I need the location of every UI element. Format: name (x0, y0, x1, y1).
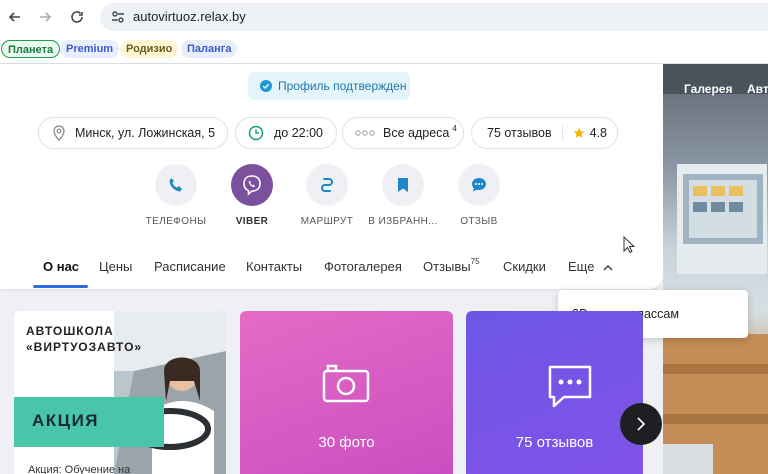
tab-schedule[interactable]: Расписание (154, 259, 226, 274)
promo-caption: Акция: Обучение на (28, 464, 131, 474)
promo-strip: АКЦИЯ (14, 397, 164, 447)
chevron-right-icon (637, 417, 646, 431)
chat-icon[interactable] (458, 164, 500, 206)
site-settings-icon[interactable] (110, 9, 126, 25)
hours-chip[interactable]: до 22:00 (235, 117, 337, 149)
promo-tile[interactable]: АВТОШКОЛА «ВИРТУОЗАВТО» АКЦИЯ Акция: Обу… (14, 311, 226, 474)
gallery-photo[interactable]: Галерея Авт (663, 64, 768, 474)
dots-icon (355, 130, 375, 136)
promo-heading: АВТОШКОЛА «ВИРТУОЗАВТО» (26, 323, 142, 355)
camera-icon (322, 364, 370, 403)
tab-photo-gallery[interactable]: Фотогалерея (324, 259, 402, 274)
tab-discounts[interactable]: Скидки (503, 259, 546, 274)
action-review[interactable]: ОТЗЫВ (434, 164, 524, 227)
carousel-next-button[interactable] (620, 403, 662, 445)
promo-label: АКЦИЯ (32, 411, 100, 430)
location-pin-icon (53, 125, 65, 141)
bookmarks-bar: Планета Premium Родизио Паланга (0, 34, 768, 90)
action-review-label: ОТЗЫВ (460, 216, 498, 227)
photos-caption: 30 фото (318, 434, 375, 451)
promo-heading-line1: АВТОШКОЛА (26, 324, 114, 338)
tab-prices[interactable]: Цены (99, 259, 132, 274)
bookmark-rodizio[interactable]: Родизио (120, 40, 179, 58)
reload-icon[interactable] (66, 6, 88, 28)
phone-icon[interactable] (155, 164, 197, 206)
verified-label: Профиль подтвержден (278, 79, 407, 93)
tab-contacts[interactable]: Контакты (246, 259, 302, 274)
viber-icon[interactable] (231, 164, 273, 206)
route-icon[interactable] (306, 164, 348, 206)
bookmark-palanga[interactable]: Паланга (181, 40, 238, 58)
gallery-tab-gallery[interactable]: Галерея (684, 82, 732, 96)
verified-check-icon (260, 80, 272, 92)
reviews-tile[interactable]: 75 отзывов (466, 311, 643, 474)
browser-toolbar: autovirtuoz.relax.by (0, 0, 768, 34)
active-tab-indicator (33, 285, 88, 288)
section-tabs: О нас Цены Расписание Контакты Фотогалер… (0, 254, 663, 289)
bookmark-premium[interactable]: Premium (60, 40, 120, 58)
tab-reviews[interactable]: Отзывы75 (423, 257, 480, 274)
address-text: Минск, ул. Ложинская, 5 (75, 126, 216, 140)
forward-arrow-icon[interactable] (34, 6, 56, 28)
bookmark-icon[interactable] (382, 164, 424, 206)
gallery-tab-auto[interactable]: Авт (747, 82, 768, 96)
tab-reviews-badge: 75 (470, 257, 480, 266)
all-addresses-count: 4 (452, 123, 457, 133)
address-chip[interactable]: Минск, ул. Ложинская, 5 (38, 117, 228, 149)
all-addresses-text: Все адреса (383, 126, 450, 140)
tab-more-label: Еще (568, 259, 595, 274)
rating-text: 4.8 (589, 126, 607, 140)
bookmark-planeta[interactable]: Планета (1, 40, 61, 58)
reviews-count-text: 75 отзывов (487, 126, 552, 140)
back-arrow-icon[interactable] (4, 6, 26, 28)
address-bar[interactable]: autovirtuoz.relax.by (100, 3, 768, 31)
tab-more[interactable]: Еще (568, 259, 613, 274)
photos-tile[interactable]: 30 фото (240, 311, 453, 474)
clock-icon (248, 125, 264, 141)
verified-badge: Профиль подтвержден (248, 72, 410, 100)
chip-divider (561, 126, 563, 140)
classroom-photo-illustration (663, 64, 768, 474)
star-icon (573, 127, 584, 138)
url-text: autovirtuoz.relax.by (133, 9, 246, 24)
tab-reviews-label: Отзывы (423, 259, 471, 274)
mouse-cursor-icon (623, 236, 635, 254)
promo-heading-line2: «ВИРТУОЗАВТО» (26, 340, 143, 354)
all-addresses-chip[interactable]: Все адреса 4 (342, 117, 464, 149)
reviews-caption: 75 отзывов (515, 434, 594, 451)
profile-card: Профиль подтвержден Минск, ул. Ложинская… (0, 64, 663, 289)
tab-about[interactable]: О нас (43, 259, 79, 274)
hours-text: до 22:00 (274, 126, 323, 140)
reviews-chip[interactable]: 75 отзывов 4.8 (471, 117, 618, 149)
chevron-up-icon (603, 265, 613, 271)
speech-bubble-icon (548, 365, 592, 408)
